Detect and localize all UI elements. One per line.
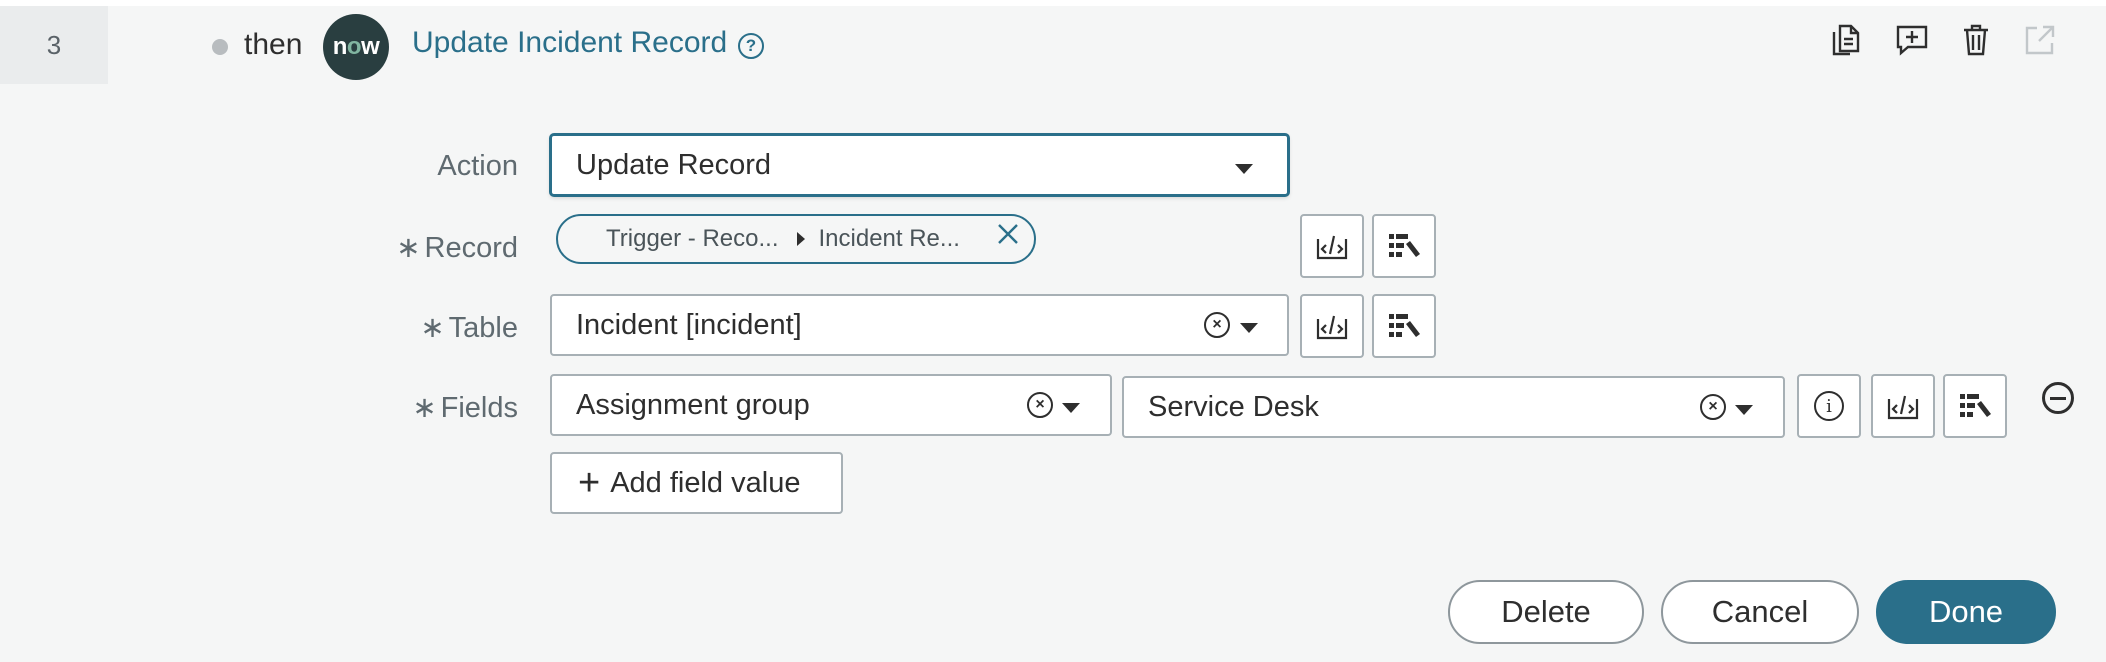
remove-field-icon[interactable]: [2042, 382, 2074, 414]
record-label: ∗ Record: [396, 232, 518, 264]
datapill-picker-icon: [1389, 314, 1420, 337]
chevron-down-icon: [1062, 403, 1080, 413]
fields-label: ∗ Fields: [412, 392, 518, 424]
pill-part-2: Incident Re...: [818, 225, 960, 252]
info-icon: i: [1814, 391, 1844, 421]
chevron-down-icon: [1735, 405, 1753, 415]
table-label: ∗ Table: [420, 312, 518, 344]
cancel-button[interactable]: Cancel: [1661, 580, 1859, 644]
required-marker: ∗: [396, 232, 421, 264]
table-value: Incident [incident]: [576, 308, 802, 341]
done-button[interactable]: Done: [1876, 580, 2056, 644]
step-number: 3: [0, 6, 108, 84]
chevron-down-icon: [1235, 164, 1253, 174]
field-datapill-picker-button[interactable]: [1943, 374, 2007, 438]
clear-icon[interactable]: ×: [1700, 394, 1726, 420]
clear-icon[interactable]: ×: [1027, 392, 1053, 418]
action-value: Update Record: [576, 148, 772, 181]
script-icon: [1316, 235, 1348, 260]
add-field-value-button[interactable]: + Add field value: [550, 452, 843, 514]
datapill-picker-icon: [1389, 234, 1420, 257]
script-icon: [1887, 395, 1919, 420]
delete-button[interactable]: Delete: [1448, 580, 1644, 644]
remove-pill-icon[interactable]: [994, 220, 1022, 248]
step-connector: then: [244, 28, 303, 61]
trash-icon[interactable]: [1956, 20, 1996, 60]
table-select[interactable]: Incident [incident] ×: [550, 294, 1289, 356]
question-circle-icon[interactable]: ?: [738, 33, 764, 59]
record-script-button[interactable]: [1300, 214, 1364, 278]
add-comment-icon[interactable]: [1892, 20, 1932, 60]
servicenow-logo: now: [323, 14, 389, 80]
action-label: Action: [437, 150, 518, 182]
record-datapill-picker-button[interactable]: [1372, 214, 1436, 278]
field-name-value: Assignment group: [576, 388, 810, 421]
pill-part-1: Trigger - Reco...: [606, 225, 779, 252]
script-icon: [1316, 315, 1348, 340]
step-title[interactable]: Update Incident Record: [412, 26, 727, 60]
logo-text: now: [332, 33, 380, 60]
copy-icon[interactable]: [1826, 20, 1866, 60]
field-script-button[interactable]: [1871, 374, 1935, 438]
field-info-button[interactable]: i: [1797, 374, 1861, 438]
clear-icon[interactable]: ×: [1204, 312, 1230, 338]
step-bullet: [212, 39, 228, 55]
add-field-label: Add field value: [610, 466, 801, 499]
table-datapill-picker-button[interactable]: [1372, 294, 1436, 358]
field-value-select[interactable]: Service Desk ×: [1122, 376, 1785, 438]
field-value-value: Service Desk: [1148, 390, 1319, 423]
datapill-picker-icon: [1960, 394, 1991, 417]
top-edge: [0, 0, 2106, 6]
plus-icon: +: [578, 462, 601, 504]
table-script-button[interactable]: [1300, 294, 1364, 358]
action-select[interactable]: Update Record: [550, 134, 1289, 196]
record-data-pill[interactable]: Trigger - Reco... Incident Re...: [556, 214, 1036, 264]
chevron-down-icon: [1240, 323, 1258, 333]
open-external-icon[interactable]: [2020, 20, 2060, 60]
field-name-select[interactable]: Assignment group ×: [550, 374, 1112, 436]
pill-separator-icon: [796, 232, 805, 246]
